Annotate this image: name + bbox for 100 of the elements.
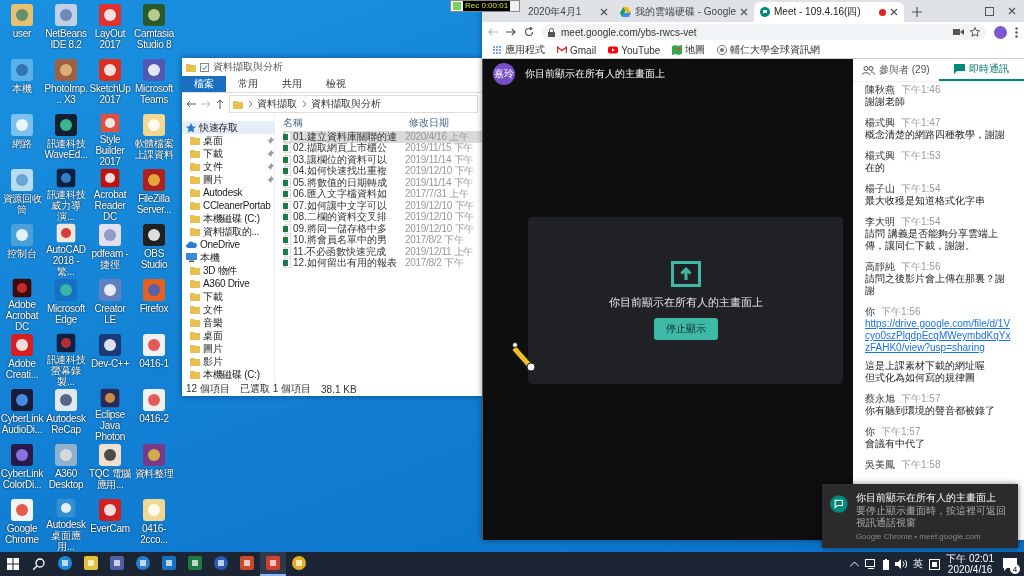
file-row[interactable]: 12.如何留出有用的報表 2017/8/2 下午 xyxy=(283,257,482,269)
desktop-icon-label[interactable]: Eclipse Java Photon xyxy=(88,409,132,442)
breadcrumb[interactable]: 資料擷取 xyxy=(257,97,297,111)
nav-item[interactable]: 3D 物件 xyxy=(182,264,274,277)
desktop-icon-label[interactable]: Creator LE xyxy=(88,303,132,325)
desktop-icon-label[interactable]: Autodesk 桌面應用... xyxy=(44,519,88,552)
browser-tab[interactable]: 我的雲端硬碟 - Google xyxy=(614,2,754,22)
file-row[interactable]: 05.將數值的日期轉成 2019/11/14 下午 xyxy=(283,177,482,189)
column-header[interactable]: 修改日期 xyxy=(409,116,449,130)
bookmark[interactable]: 輔仁大學全球資訊網 xyxy=(717,43,821,57)
chevron-up-icon[interactable] xyxy=(850,561,860,567)
desktop-icon-label[interactable]: 軟體檔案上課資料 xyxy=(132,138,176,160)
nav-item[interactable]: 影片 xyxy=(182,355,274,368)
action-center-button[interactable]: 4 xyxy=(1000,554,1020,574)
desktop-icon-label[interactable]: AutoCAD 2018 - 繁... xyxy=(44,244,88,277)
avatar-icon[interactable] xyxy=(994,25,1007,39)
forward-arrow-icon[interactable] xyxy=(506,28,516,36)
address-bar[interactable]: 資料擷取 資料擷取與分析 xyxy=(229,95,478,113)
browser-tab[interactable]: Meet - 109.4.16(四) xyxy=(754,2,904,22)
nav-item[interactable]: Autodesk xyxy=(182,186,274,199)
file-row[interactable]: 06.匯入文字檔資料如 2017/7/31 上午 xyxy=(283,188,482,200)
nav-item[interactable]: CCleanerPortab xyxy=(182,199,274,212)
nav-item[interactable]: 本機磁碟 (C:) xyxy=(182,212,274,225)
desktop-icon-label[interactable]: 本機 xyxy=(0,83,44,94)
nav-item[interactable]: 快速存取 xyxy=(182,121,274,134)
desktop-icon-label[interactable]: 訊連科技 WaveEd... xyxy=(44,138,88,160)
clock[interactable]: 下午 02:01 2020/4/16 xyxy=(946,553,994,575)
nav-item[interactable]: 本機磁碟 (C:) xyxy=(182,368,274,381)
file-row[interactable]: 04.如何快速找出重複 2019/12/10 下午 xyxy=(283,165,482,177)
desktop-icon-label[interactable]: Microsoft Teams xyxy=(132,83,176,105)
new-tab-icon[interactable] xyxy=(912,7,922,17)
back-arrow-icon[interactable] xyxy=(186,100,196,108)
desktop-icon-label[interactable]: CyberLink ColorDi... xyxy=(0,468,44,490)
desktop-icon-label[interactable]: 0416-1 xyxy=(132,358,176,369)
desktop-icon-label[interactable]: 訊連科技螢幕錄製... xyxy=(44,354,88,387)
desktop-icon-label[interactable]: 訊連科技威力導演... xyxy=(44,189,88,222)
menu-icon[interactable] xyxy=(1015,26,1018,38)
volume-icon[interactable] xyxy=(895,559,908,569)
desktop-icon-label[interactable]: 0416-2cco... xyxy=(132,523,176,545)
nav-item[interactable]: A360 Drive xyxy=(182,277,274,290)
close-icon[interactable] xyxy=(1008,6,1016,15)
desktop-icon-label[interactable]: A360 Desktop xyxy=(44,468,88,490)
ribbon-tab[interactable]: 常用 xyxy=(226,76,270,92)
search-icon[interactable] xyxy=(33,558,45,570)
close-icon[interactable] xyxy=(740,8,748,16)
desktop-icon-label[interactable]: 0416-2 xyxy=(132,413,176,424)
file-row[interactable]: 11.不必函數快速完成 2019/12/11 上午 xyxy=(283,246,482,258)
file-row[interactable]: 08.二欄的資料交叉排 2019/12/10 下午 xyxy=(283,211,482,223)
breadcrumb[interactable]: 資料擷取與分析 xyxy=(311,97,381,111)
desktop-icon-label[interactable]: Autodesk ReCap xyxy=(44,413,88,435)
file-row[interactable]: 07.如何讓中文字可以 2019/12/10 下午 xyxy=(283,200,482,212)
close-icon[interactable] xyxy=(890,8,898,16)
desktop-icon-label[interactable]: Google Chrome xyxy=(0,523,44,545)
panel-tab[interactable]: 參與者 (29) xyxy=(853,59,939,81)
ribbon-tab[interactable]: 共用 xyxy=(270,76,314,92)
nav-item[interactable]: 音樂 xyxy=(182,316,274,329)
message-link[interactable]: https://drive.google.com/file/d/1Vcyo0szPlqdpEcqMWeymbdKqYxzFAHK0/view?usp=sharing xyxy=(865,318,1012,354)
nav-item[interactable]: 本機 xyxy=(182,251,274,264)
desktop-icon-label[interactable]: Firefox xyxy=(132,303,176,314)
taskbar-app[interactable] xyxy=(260,552,286,576)
desktop-icon-label[interactable]: Microsoft Edge xyxy=(44,303,88,325)
desktop-icon-label[interactable]: Adobe Acrobat DC xyxy=(0,299,44,332)
camera-icon[interactable] xyxy=(953,28,964,36)
desktop-icon-label[interactable]: 控制台 xyxy=(0,248,44,259)
desktop-icon-label[interactable]: 資料整理 xyxy=(132,468,176,479)
panel-tab[interactable]: 即時通訊 xyxy=(938,59,1024,81)
nav-item[interactable]: 下載 xyxy=(182,147,274,160)
nav-item[interactable]: 圖片 xyxy=(182,173,274,186)
reload-icon[interactable] xyxy=(524,27,534,37)
bookmark[interactable]: Gmail xyxy=(557,44,597,56)
desktop-icon-label[interactable]: CyberLink AudioDi... xyxy=(0,413,44,435)
bookmark[interactable]: 地圖 xyxy=(672,43,706,57)
nav-item[interactable]: 圖片 xyxy=(182,342,274,355)
browser-tab[interactable]: 2020年4月1 xyxy=(522,2,614,22)
network-icon[interactable] xyxy=(865,559,878,569)
input-method[interactable]: 英 xyxy=(913,557,924,571)
close-icon[interactable] xyxy=(600,8,608,16)
nav-item[interactable]: 桌面 xyxy=(182,329,274,342)
desktop-icon-label[interactable]: Acrobat Reader DC xyxy=(88,189,132,222)
file-row[interactable]: 03.讓欄位的資料可以 2019/11/14 下午 xyxy=(283,154,482,166)
address-bar[interactable]: meet.google.com/ybs-rwcs-vet xyxy=(542,24,986,40)
desktop-icon-label[interactable]: TQC 電腦應用... xyxy=(88,468,132,490)
nav-item[interactable]: 文件 xyxy=(182,160,274,173)
desktop-icon-label[interactable]: SketchUp 2017 xyxy=(88,83,132,105)
nav-item[interactable]: 桌面 xyxy=(182,134,274,147)
desktop-icon-label[interactable]: FileZilla Server... xyxy=(132,193,176,215)
desktop-icon-label[interactable]: EverCam xyxy=(88,523,132,534)
nav-item[interactable]: OneDrive xyxy=(182,238,274,251)
desktop-icon-label[interactable]: pdfeam - 捷徑 xyxy=(88,248,132,270)
desktop-icon-label[interactable]: Dev-C++ xyxy=(88,358,132,369)
windows-start-icon[interactable] xyxy=(7,558,19,570)
nav-item[interactable]: 下載 xyxy=(182,290,274,303)
desktop-icon-label[interactable]: OBS Studio xyxy=(132,248,176,270)
bookmark[interactable]: 應用程式 xyxy=(492,43,545,57)
nav-item[interactable]: 資料擷取的... xyxy=(182,225,274,238)
file-row[interactable]: 09.將同一儲存格中多 2019/12/10 下午 xyxy=(283,223,482,235)
nav-item[interactable]: 文件 xyxy=(182,303,274,316)
ribbon-tab[interactable]: 檔案 xyxy=(182,76,226,92)
maximize-icon[interactable] xyxy=(985,6,994,16)
desktop-icon-label[interactable]: Style Builder 2017 xyxy=(88,134,132,167)
